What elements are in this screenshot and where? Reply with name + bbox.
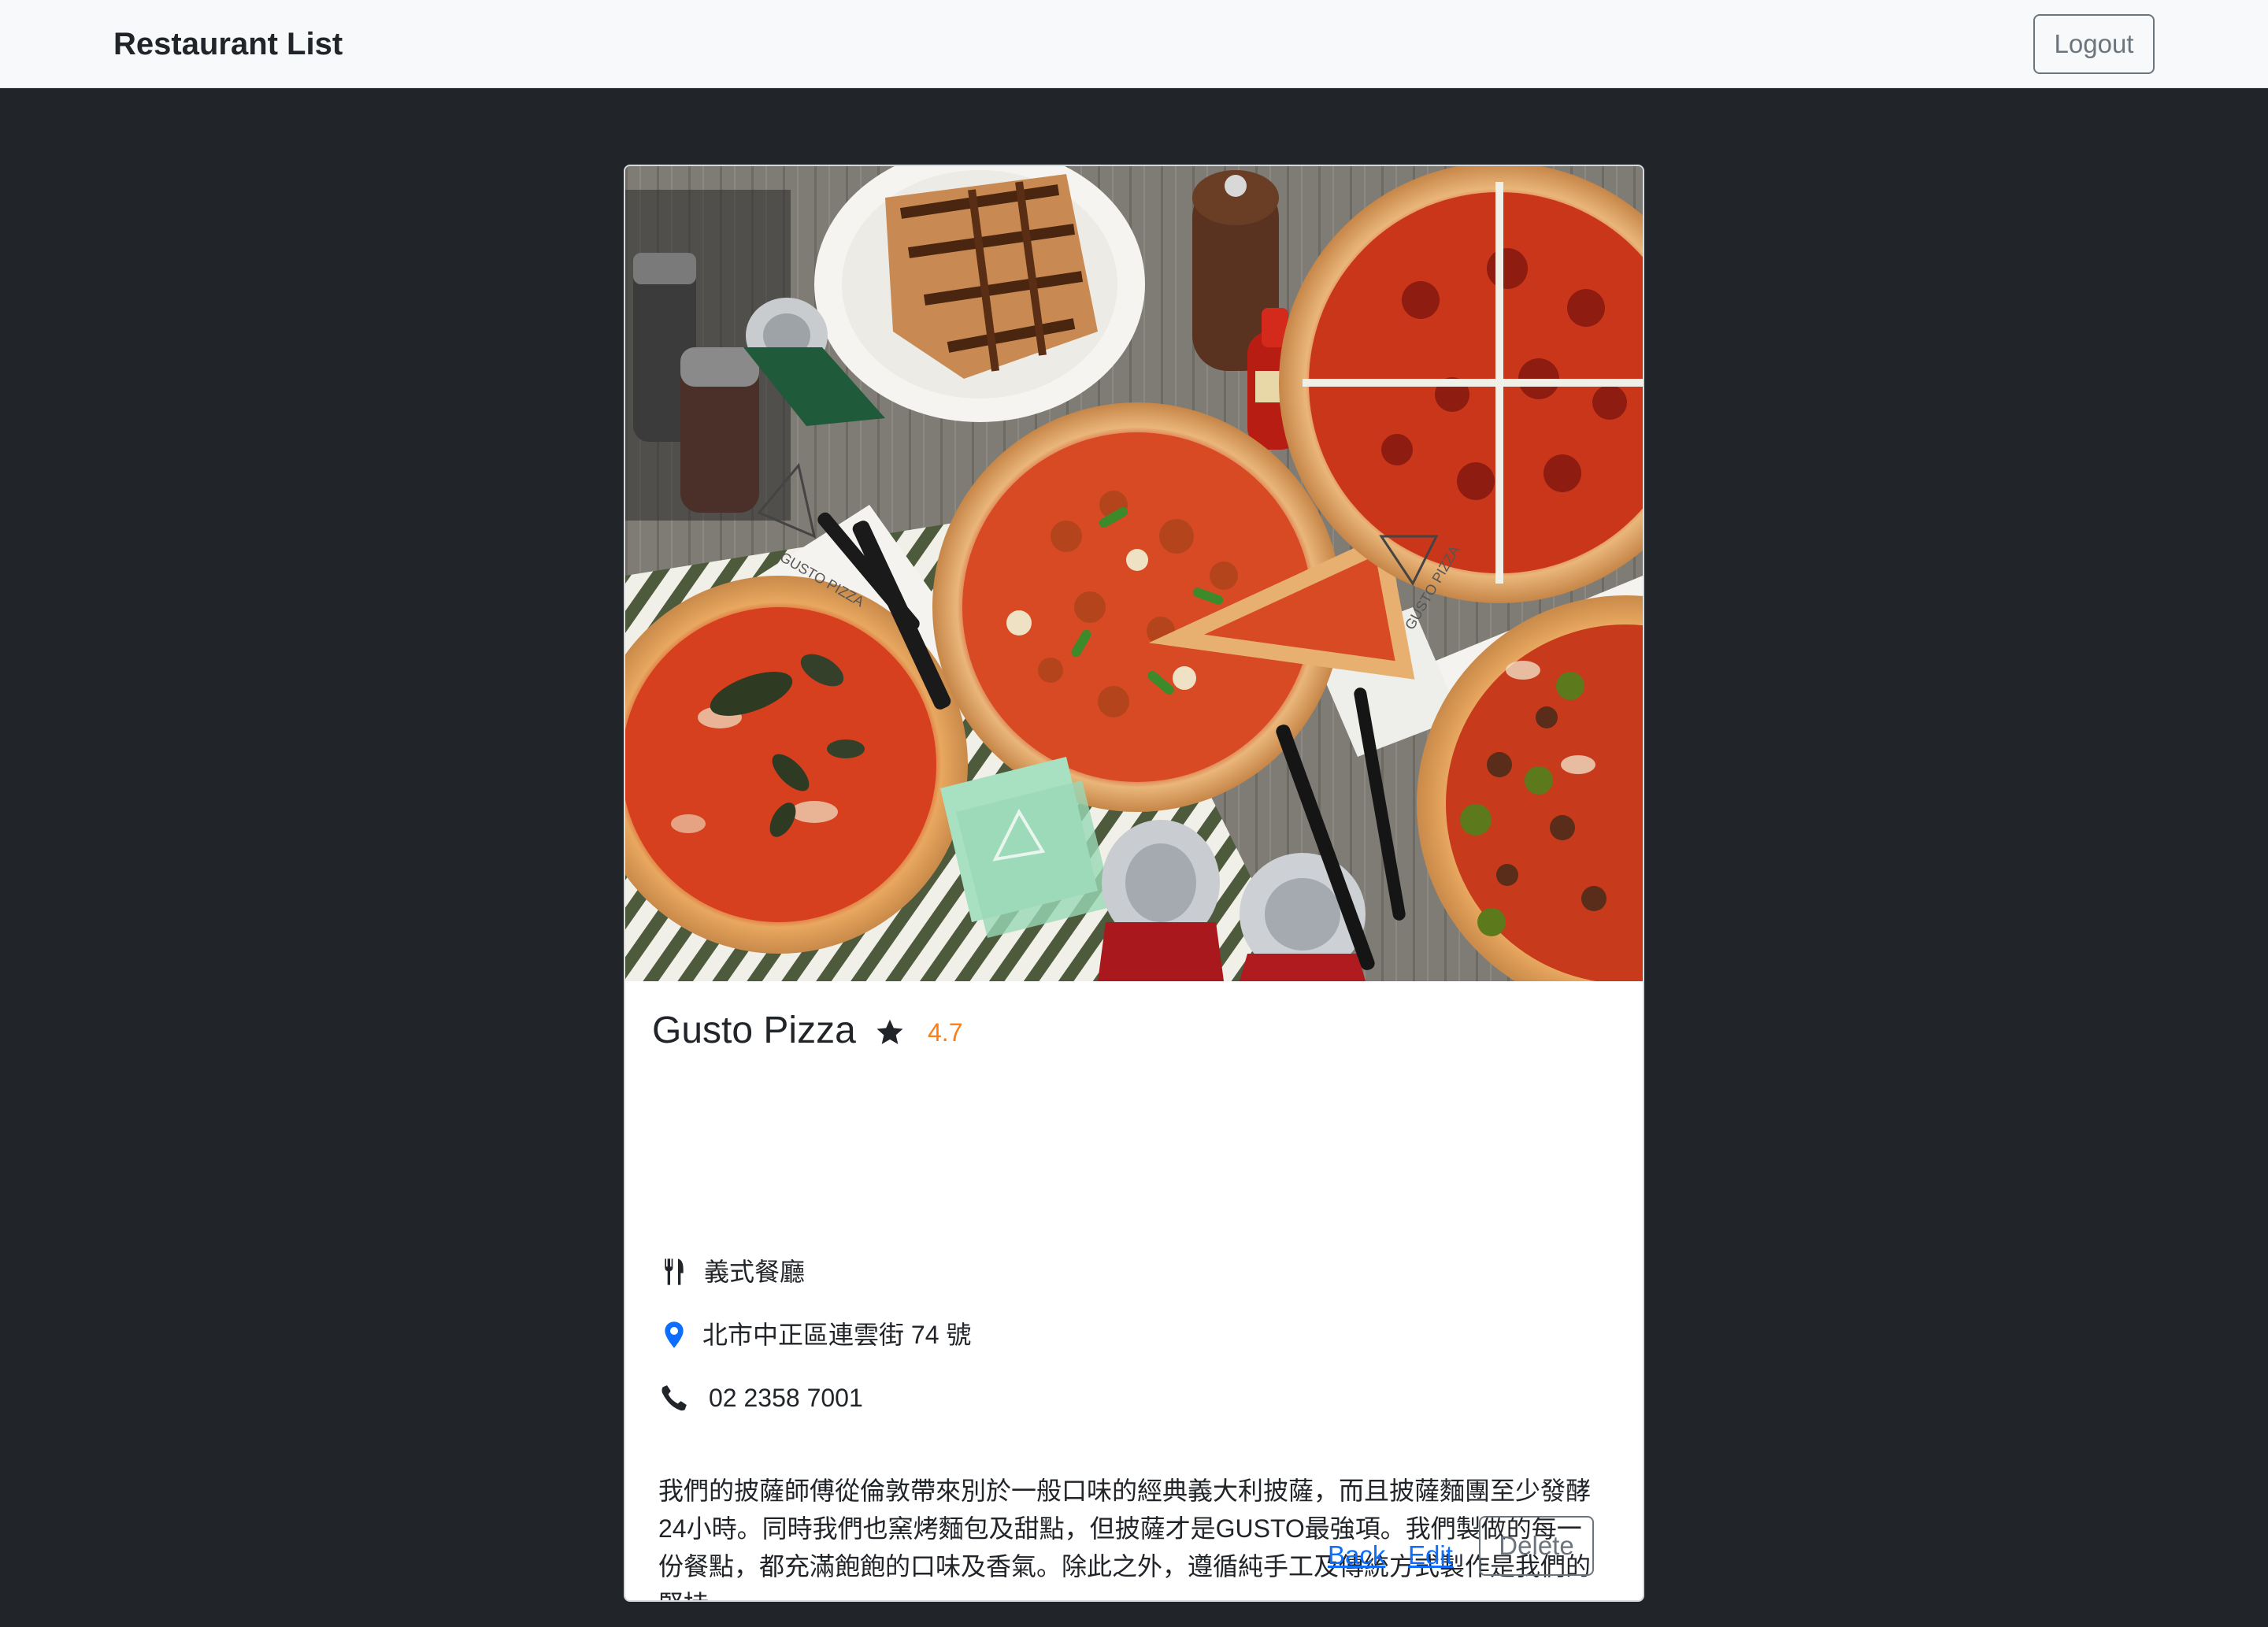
back-link[interactable]: Back bbox=[1328, 1538, 1385, 1573]
top-navbar: Restaurant List Logout bbox=[0, 0, 2268, 88]
logout-button[interactable]: Logout bbox=[2033, 14, 2155, 74]
edit-link[interactable]: Edit bbox=[1408, 1538, 1453, 1573]
restaurant-name: Gusto Pizza bbox=[652, 1010, 856, 1051]
address-row: 北市中正區連雲街 74 號 bbox=[658, 1314, 1603, 1355]
phone-row: 02 2358 7001 bbox=[658, 1377, 1603, 1418]
navbar-brand[interactable]: Restaurant List bbox=[113, 22, 343, 66]
category-text: 義式餐廳 bbox=[704, 1258, 806, 1286]
address-text: 北市中正區連雲街 74 號 bbox=[702, 1321, 972, 1349]
category-row: 義式餐廳 bbox=[658, 1251, 1603, 1292]
restaurant-photo: GUSTO PIZZA GUSTO PIZZA bbox=[625, 166, 1643, 981]
star-icon bbox=[876, 1019, 903, 1044]
phone-text: 02 2358 7001 bbox=[709, 1384, 863, 1412]
rating-value: 4.7 bbox=[928, 1018, 963, 1047]
delete-button[interactable]: Delete bbox=[1479, 1516, 1594, 1576]
utensils-icon bbox=[665, 1258, 684, 1285]
restaurant-description: 我們的披薩師傅從倫敦帶來別於一般口味的經典義大利披薩，而且披薩麵團至少發酵24小… bbox=[658, 1477, 1592, 1600]
map-pin-icon bbox=[665, 1321, 684, 1348]
restaurant-card: GUSTO PIZZA GUSTO PIZZA Gusto Pizza 4.7 … bbox=[624, 165, 1644, 1602]
phone-icon bbox=[662, 1385, 687, 1411]
